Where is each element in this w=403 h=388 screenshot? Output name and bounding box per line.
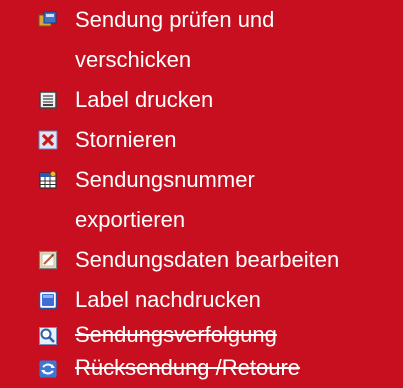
action-menu: Sendung prüfen und verschicken Label dru… bbox=[0, 0, 403, 388]
cancel-x-icon bbox=[38, 130, 58, 150]
menu-item-label: Label nachdrucken bbox=[75, 287, 261, 312]
menu-item-label-line1: Sendung prüfen und bbox=[75, 7, 275, 32]
menu-item-sendungsdaten-bearbeiten[interactable]: Sendungsdaten bearbeiten bbox=[0, 240, 403, 280]
package-send-icon bbox=[38, 10, 58, 30]
reprint-window-icon bbox=[38, 290, 58, 310]
menu-item-stornieren[interactable]: Stornieren bbox=[0, 120, 403, 160]
printer-icon bbox=[38, 90, 58, 110]
menu-item-label-line1: Sendungsnummer bbox=[75, 167, 255, 192]
menu-item-ruecksendung-retoure[interactable]: Rücksendung /Retoure bbox=[0, 350, 403, 388]
menu-item-label: Rücksendung /Retoure bbox=[75, 355, 301, 380]
menu-item-sendungsverfolgung[interactable]: Sendungsverfolgung bbox=[0, 320, 403, 350]
menu-item-sendungsnummer-exportieren[interactable]: Sendungsnummer exportieren bbox=[0, 160, 403, 240]
search-magnifier-icon bbox=[38, 326, 58, 346]
menu-item-label: Label drucken bbox=[75, 87, 214, 112]
menu-item-sendung-pruefen[interactable]: Sendung prüfen und verschicken bbox=[0, 0, 403, 80]
menu-item-label-line2: verschicken bbox=[75, 47, 192, 72]
edit-note-icon bbox=[38, 250, 58, 270]
menu-item-label-line2: exportieren bbox=[75, 207, 186, 232]
export-table-icon bbox=[38, 170, 58, 190]
menu-item-label-drucken[interactable]: Label drucken bbox=[0, 80, 403, 120]
return-arrows-icon bbox=[38, 359, 58, 379]
menu-item-label: Stornieren bbox=[75, 127, 177, 152]
menu-item-label-nachdrucken[interactable]: Label nachdrucken bbox=[0, 280, 403, 320]
menu-item-label: Sendungsdaten bearbeiten bbox=[75, 247, 340, 272]
